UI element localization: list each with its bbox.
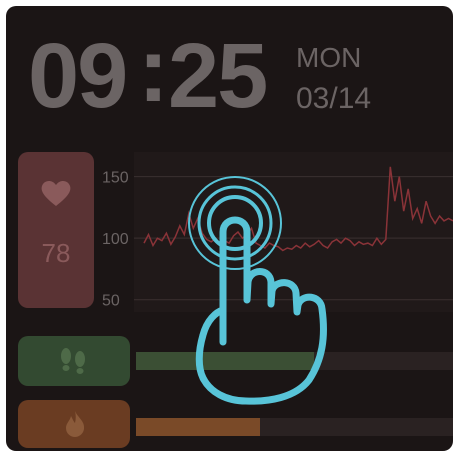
steps-card[interactable] — [18, 336, 130, 386]
watch-screen: 09 : 25 MON 03/14 78 150 100 50 — [6, 6, 453, 451]
calories-card[interactable] — [18, 400, 130, 448]
steps-progress-fill — [136, 352, 314, 370]
day-of-week: MON — [296, 42, 362, 73]
heart-rate-card[interactable]: 78 — [18, 152, 94, 308]
heart-rate-value: 78 — [41, 238, 71, 268]
date-label: 03/14 — [296, 82, 372, 115]
footprints-icon — [61, 348, 85, 374]
heart-icon — [41, 180, 71, 206]
chart-y-tick-label: 50 — [102, 293, 120, 310]
chart-y-tick-label: 100 — [102, 231, 129, 248]
chart-y-tick-label: 150 — [102, 170, 129, 187]
heart-rate-chart: 150 100 50 — [102, 152, 453, 312]
clock-minutes: 25 — [168, 25, 268, 127]
clock-separator: : — [138, 19, 169, 121]
clock-hours: 09 — [28, 25, 128, 127]
flame-icon — [66, 411, 85, 437]
calories-progress-fill — [136, 418, 260, 436]
